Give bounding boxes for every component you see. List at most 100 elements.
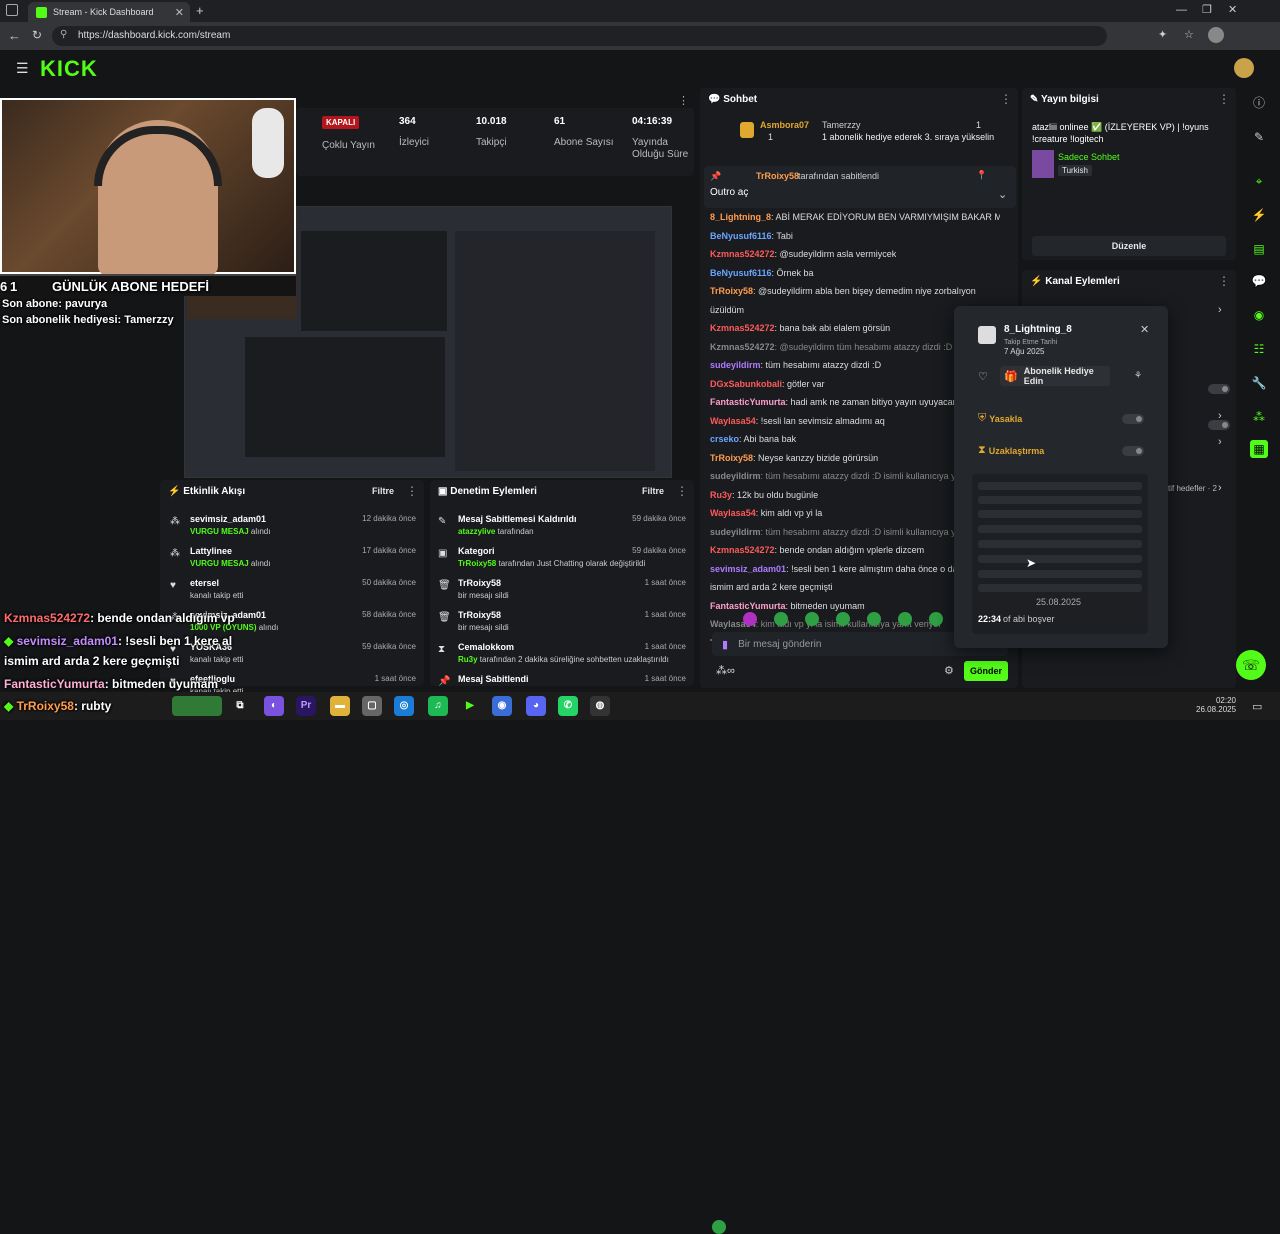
goals-label[interactable]: tif hedefler · 2 — [1168, 484, 1217, 493]
chat-username[interactable]: Kzmnas524272 — [710, 342, 775, 352]
browser-menu-icon[interactable] — [6, 4, 18, 16]
browser-tab[interactable]: Stream - Kick Dashboard ✕ — [28, 2, 190, 22]
ban-row[interactable]: ⛨ Yasakla — [978, 412, 1144, 425]
stats-menu-icon[interactable]: ⋮ — [678, 94, 689, 107]
hamburger-menu-icon[interactable]: ☰ — [16, 60, 29, 77]
edit-stream-info-button[interactable]: Düzenle — [1032, 236, 1226, 256]
clipboard-icon[interactable]: ▤ — [1250, 240, 1268, 258]
app2-icon[interactable]: ◉ — [492, 696, 512, 716]
dashboard-icon[interactable]: ▦ — [1250, 440, 1268, 458]
back-icon[interactable]: ← — [8, 28, 21, 43]
unpin-icon[interactable]: 📍 — [976, 170, 987, 181]
activity-filter-button[interactable]: Filtre — [372, 486, 394, 496]
info-icon[interactable]: ⓘ — [1250, 94, 1268, 112]
emote-6-icon[interactable] — [867, 612, 881, 626]
new-tab-button[interactable]: + — [196, 3, 204, 18]
chat-username[interactable]: FantasticYumurta — [710, 397, 786, 407]
game-thumbnail[interactable] — [172, 696, 222, 716]
chat-username[interactable]: 8_Lightning_8 — [710, 212, 771, 222]
moderation-filter-button[interactable]: Filtre — [642, 486, 664, 496]
chat-username[interactable]: TrRoixy58 — [710, 453, 753, 463]
moderation-who[interactable]: Ru3y — [458, 655, 478, 664]
user-card-more-icon[interactable]: ⚘ — [1134, 370, 1142, 381]
gift-sub-button[interactable]: 🎁 Abonelik Hediye Edin — [1000, 366, 1110, 386]
chat-username[interactable]: Waylasa54 — [710, 508, 756, 518]
copilot-icon[interactable]: ◐ — [264, 696, 284, 716]
chat-username[interactable]: Kzmnas524272 — [710, 323, 775, 333]
apps-icon[interactable]: ⁂ — [1250, 408, 1268, 426]
emote-5-icon[interactable] — [836, 612, 850, 626]
emote-3-icon[interactable] — [774, 612, 788, 626]
kick-logo[interactable]: KICK — [40, 56, 98, 82]
activity-menu-icon[interactable]: ⋮ — [406, 484, 418, 498]
kick-app-icon[interactable]: ▶ — [460, 696, 480, 716]
spotify-icon[interactable]: ♫ — [428, 696, 448, 716]
emote-8-icon[interactable] — [929, 612, 943, 626]
chevron-right-icon-4[interactable]: › — [1218, 482, 1222, 494]
multi-stream-label[interactable]: Çoklu Yayın — [322, 140, 375, 152]
gift-leader-name[interactable]: Asmbora07 — [760, 120, 809, 130]
list-icon[interactable]: ☷ — [1250, 340, 1268, 358]
minimize-icon[interactable]: — — [1176, 4, 1187, 16]
emote-4-icon[interactable] — [805, 612, 819, 626]
chat-username[interactable]: Kzmnas524272 — [710, 249, 775, 259]
activity-item[interactable]: Lattylinee VURGU MESAJ alındı 17 dakika ön… — [170, 546, 416, 568]
system-clock[interactable]: 02:20 26.08.2025 — [1196, 696, 1236, 714]
pinned-expand-icon[interactable]: ⌄ — [998, 188, 1007, 201]
timeout-row[interactable]: ⧗ Uzaklaştırma — [978, 444, 1144, 457]
edge-icon[interactable]: ◎ — [394, 696, 414, 716]
moderation-who[interactable]: TrRoixy58 — [458, 559, 496, 568]
whatsapp-icon[interactable]: ✆ — [558, 696, 578, 716]
edit-icon[interactable]: ✎ — [1250, 128, 1268, 146]
ban-toggle[interactable] — [1122, 413, 1144, 424]
moderation-who[interactable]: atazzylive — [458, 527, 495, 536]
notifications-icon[interactable]: ▭ — [1252, 700, 1262, 713]
moderation-item[interactable]: Kategori TrRoixy58 tarafından Just Chatti… — [438, 546, 686, 568]
moderation-item[interactable]: Mesaj Sabitlemesi Kaldırıldı atazzylive t… — [438, 514, 686, 536]
chat-username[interactable]: sevimsiz_adam01 — [710, 564, 786, 574]
moderation-item[interactable]: TrRoixy58 bir mesajı sildi 1 saat önce 🗑 — [438, 610, 686, 632]
pinned-by-user[interactable]: TrRoixy58 — [756, 171, 799, 181]
wrench-icon[interactable]: 🔧 — [1250, 374, 1268, 392]
chat-settings-icon[interactable]: ⚙ — [944, 664, 954, 677]
close-tab-icon[interactable]: ✕ — [175, 6, 184, 19]
chat-username[interactable]: sudeyildirm — [710, 527, 761, 537]
moderation-item[interactable]: Cemalokkom Ru3y tarafından 2 dakika sürel… — [438, 642, 686, 664]
support-icon[interactable]: ☏ — [1236, 650, 1266, 680]
maximize-icon[interactable]: ❐ — [1202, 3, 1212, 16]
chat-username[interactable]: Waylasa54 — [710, 416, 756, 426]
folder-icon[interactable]: ▬ — [330, 696, 350, 716]
activity-item[interactable]: sevimsiz_adam01 VURGU MESAJ alındı 12 daki… — [170, 514, 416, 536]
emote-2-icon[interactable] — [743, 612, 757, 626]
channel-toggle-2[interactable] — [1208, 420, 1230, 430]
user-avatar[interactable] — [1234, 58, 1254, 78]
chat-username[interactable]: sudeyildirm — [710, 360, 761, 370]
bolt-side-icon[interactable]: ⚡ — [1250, 206, 1268, 224]
address-bar[interactable]: https://dashboard.kick.com/stream — [52, 26, 1107, 46]
favorites-icon[interactable]: ☆ — [1184, 28, 1194, 41]
site-info-icon[interactable]: ⚲ — [60, 29, 67, 40]
extensions-icon[interactable]: ✦ — [1158, 28, 1167, 41]
heart-icon[interactable]: ♡ — [978, 370, 988, 383]
chat-side-icon[interactable]: 💬 — [1250, 272, 1268, 290]
channel-toggle-1[interactable] — [1208, 384, 1230, 394]
chat-username[interactable]: BeNyusuf6116 — [710, 231, 772, 241]
app-icon[interactable]: ▢ — [362, 696, 382, 716]
target-icon[interactable]: ⌖ — [1250, 172, 1268, 190]
send-button[interactable]: Gönder — [964, 661, 1008, 681]
stream-info-menu-icon[interactable]: ⋮ — [1218, 92, 1230, 106]
chat-username[interactable]: Ru3y — [710, 490, 732, 500]
obs-icon[interactable]: ◍ — [590, 696, 610, 716]
chevron-right-icon-3[interactable]: › — [1218, 436, 1222, 448]
moderation-item[interactable]: Mesaj Sabitlendi 1 saat önce 📌 — [438, 674, 686, 687]
discord-icon[interactable]: ◕ — [526, 696, 546, 716]
moderation-item[interactable]: TrRoixy58 bir mesajı sildi 1 saat önce 🗑 — [438, 578, 686, 600]
emote-7-icon[interactable] — [898, 612, 912, 626]
broadcast-icon[interactable]: ◉ — [1250, 306, 1268, 324]
chat-username[interactable]: DGxSabunkobali — [710, 379, 782, 389]
user-card-username[interactable]: 8_Lightning_8 — [1004, 324, 1072, 335]
close-window-icon[interactable]: ✕ — [1228, 3, 1237, 16]
chat-username[interactable]: BeNyusuf6116 — [710, 268, 772, 278]
chat-username[interactable]: crseko — [710, 434, 739, 444]
timeout-toggle[interactable] — [1122, 445, 1144, 456]
